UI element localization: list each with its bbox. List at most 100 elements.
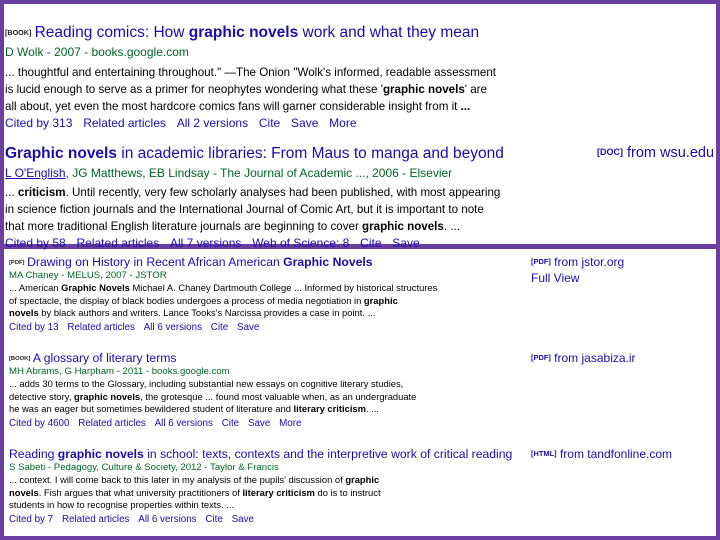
snippet-text: by black authors and writers. Lance Took… — [38, 307, 376, 319]
snippet-bold: graphic novels — [73, 390, 141, 402]
cited-by-link[interactable]: Cited by 7 — [9, 514, 53, 525]
snippet-text: ... — [5, 186, 18, 199]
cite-link[interactable]: Cite — [360, 236, 381, 250]
snippet-bold: graphic — [363, 294, 398, 306]
result-snippet-line: ... criticism. Until recently, very few … — [5, 184, 595, 201]
all-versions-link[interactable]: All 2 versions — [177, 116, 248, 130]
result-snippet-line: novels. Fish argues that what university… — [9, 487, 529, 499]
snippet-text: . Fish argues that what university pract… — [38, 486, 243, 498]
result-title[interactable]: [BOOK] Reading comics: How graphic novel… — [5, 22, 715, 44]
title-part-bold[interactable]: graphic novels — [189, 24, 298, 41]
title-part-bold[interactable]: graphic novels — [58, 447, 144, 461]
cited-by-link[interactable]: Cited by 58 — [5, 236, 66, 250]
result-title[interactable]: Graphic novels in academic libraries: Fr… — [5, 143, 595, 165]
snippet-bold: novels — [9, 486, 39, 498]
result-links: Cited by 4600 Related articles All 6 versi… — [9, 418, 519, 430]
save-link[interactable]: Save — [291, 116, 318, 130]
all-versions-link[interactable]: All 6 versions — [155, 418, 213, 429]
related-articles-link[interactable]: Related articles — [78, 418, 146, 429]
search-result: [BOOK] Reading comics: How graphic novel… — [5, 22, 715, 132]
full-view-link[interactable]: Full View — [531, 270, 624, 286]
snippet-text: Michael A. Chaney Dartmouth College ... … — [129, 282, 438, 294]
full-text-link[interactable]: [PDF] from jstor.org Full View — [531, 254, 624, 286]
title-part[interactable]: work and what they mean — [298, 24, 480, 41]
snippet-text: detective story, — [9, 390, 74, 402]
full-text-link[interactable]: [HTML] from tandfonline.com — [531, 446, 672, 462]
snippet-text: students in how to recognise properties … — [9, 499, 235, 511]
more-link[interactable]: More — [329, 116, 356, 130]
related-articles-link[interactable]: Related articles — [67, 322, 135, 333]
result-title[interactable]: [BOOK] A glossary of literary terms — [9, 350, 519, 366]
cited-by-link[interactable]: Cited by 313 — [5, 116, 72, 130]
snippet-text: ' are — [464, 83, 487, 96]
snippet-text: he was an eager but sometimes bewildered… — [9, 403, 294, 415]
snippet-bold: Graphic Novels — [61, 282, 130, 294]
cite-link[interactable]: Cite — [259, 116, 280, 130]
cite-link[interactable]: Cite — [222, 418, 239, 429]
cited-by-link[interactable]: Cited by 4600 — [9, 418, 69, 429]
title-part[interactable]: Drawing on History in Recent African Ame… — [27, 255, 283, 269]
result-snippet-line: in science fiction journals and the Inte… — [5, 201, 595, 218]
result-snippet-line: ... thoughtful and entertaining througho… — [5, 64, 715, 81]
source-domain: from tandfonline.com — [556, 447, 672, 461]
all-versions-link[interactable]: All 7 versions — [170, 236, 241, 250]
title-part[interactable]: in school: texts, contexts and the inter… — [144, 447, 512, 461]
result-snippet-line: ... American Graphic Novels Michael A. C… — [9, 282, 519, 294]
snippet-bold: criticism — [17, 186, 66, 199]
save-link[interactable]: Save — [248, 418, 270, 429]
save-link[interactable]: Save — [392, 236, 419, 250]
result-snippet-line: all about, yet even the most hardcore co… — [5, 98, 715, 115]
result-links: Cited by 58 Related articles All 7 version… — [5, 235, 595, 252]
snippet-text: that more traditional English literature… — [5, 220, 363, 233]
source-domain: from jstor.org — [550, 255, 625, 269]
result-meta: S Sabeti - Pedagogy, Culture & Society, … — [9, 462, 279, 473]
author-link[interactable]: L O'English — [5, 166, 66, 180]
snippet-text: . Until recently, very few scholarly ana… — [65, 186, 501, 199]
source-domain: from jasabiza.ir — [550, 351, 636, 365]
result-meta: MA Chaney - MELUS, 2007 - JSTOR — [9, 270, 167, 281]
snippet-text: . ... — [443, 220, 460, 233]
result-meta: L O'English, JG Matthews, EB Lindsay - T… — [5, 165, 595, 182]
title-part[interactable]: Reading — [9, 447, 58, 461]
result-snippet-line: of spectacle, the display of black bodie… — [9, 295, 519, 307]
title-part-bold[interactable]: Graphic novels — [5, 145, 117, 162]
related-articles-link[interactable]: Related articles — [77, 236, 160, 250]
snippet-bold: graphic novels — [382, 83, 465, 96]
more-link[interactable]: More — [279, 418, 301, 429]
save-link[interactable]: Save — [232, 514, 254, 525]
cited-by-link[interactable]: Cited by 13 — [9, 322, 59, 333]
related-articles-link[interactable]: Related articles — [83, 116, 166, 130]
cite-link[interactable]: Cite — [205, 514, 222, 525]
result-title[interactable]: [PDF] Drawing on History in Recent Afric… — [9, 254, 519, 270]
snippet-bold: literary criticism — [293, 403, 366, 415]
file-type-tag: [HTML] — [531, 449, 557, 458]
snippet-text: in science fiction journals and the Inte… — [5, 203, 484, 216]
title-part[interactable]: Reading comics: How — [35, 24, 189, 41]
result-snippet-line: he was an eager but sometimes bewildered… — [9, 403, 519, 415]
search-result: [PDF] Drawing on History in Recent Afric… — [9, 254, 519, 334]
result-snippet-line: detective story, graphic novels, the gro… — [9, 391, 519, 403]
search-result: Reading graphic novels in school: texts,… — [9, 446, 529, 526]
snippet-text: of spectacle, the display of black bodie… — [9, 294, 364, 306]
full-text-link[interactable]: [DOC] from wsu.edu — [597, 144, 714, 162]
related-articles-link[interactable]: Related articles — [62, 514, 130, 525]
result-snippet-line: ... adds 30 terms to the Glossary, inclu… — [9, 378, 519, 390]
result-snippet-line: ... context. I will come back to this la… — [9, 474, 529, 486]
result-type-tag: [PDF] — [9, 260, 25, 266]
full-text-link[interactable]: [PDF] from jasabiza.ir — [531, 350, 636, 366]
source-domain: from wsu.edu — [622, 145, 715, 161]
title-part[interactable]: in academic libraries: From Maus to mang… — [117, 145, 504, 162]
all-versions-link[interactable]: All 6 versions — [144, 322, 202, 333]
all-versions-link[interactable]: All 6 versions — [138, 514, 196, 525]
file-type-tag: [DOC] — [597, 147, 623, 157]
result-title[interactable]: Reading graphic novels in school: texts,… — [9, 446, 529, 462]
web-of-science-link[interactable]: Web of Science: 8 — [252, 236, 349, 250]
cite-link[interactable]: Cite — [211, 322, 228, 333]
search-result: [BOOK] A glossary of literary terms MH A… — [9, 350, 519, 430]
title-part-bold[interactable]: Graphic Novels — [283, 255, 372, 269]
result-snippet-line: novels by black authors and writers. Lan… — [9, 307, 519, 319]
result-type-tag: [BOOK] — [9, 356, 31, 362]
save-link[interactable]: Save — [237, 322, 259, 333]
title-part[interactable]: A glossary of literary terms — [33, 351, 177, 365]
snippet-text: ... adds 30 terms to the Glossary, inclu… — [9, 378, 404, 390]
